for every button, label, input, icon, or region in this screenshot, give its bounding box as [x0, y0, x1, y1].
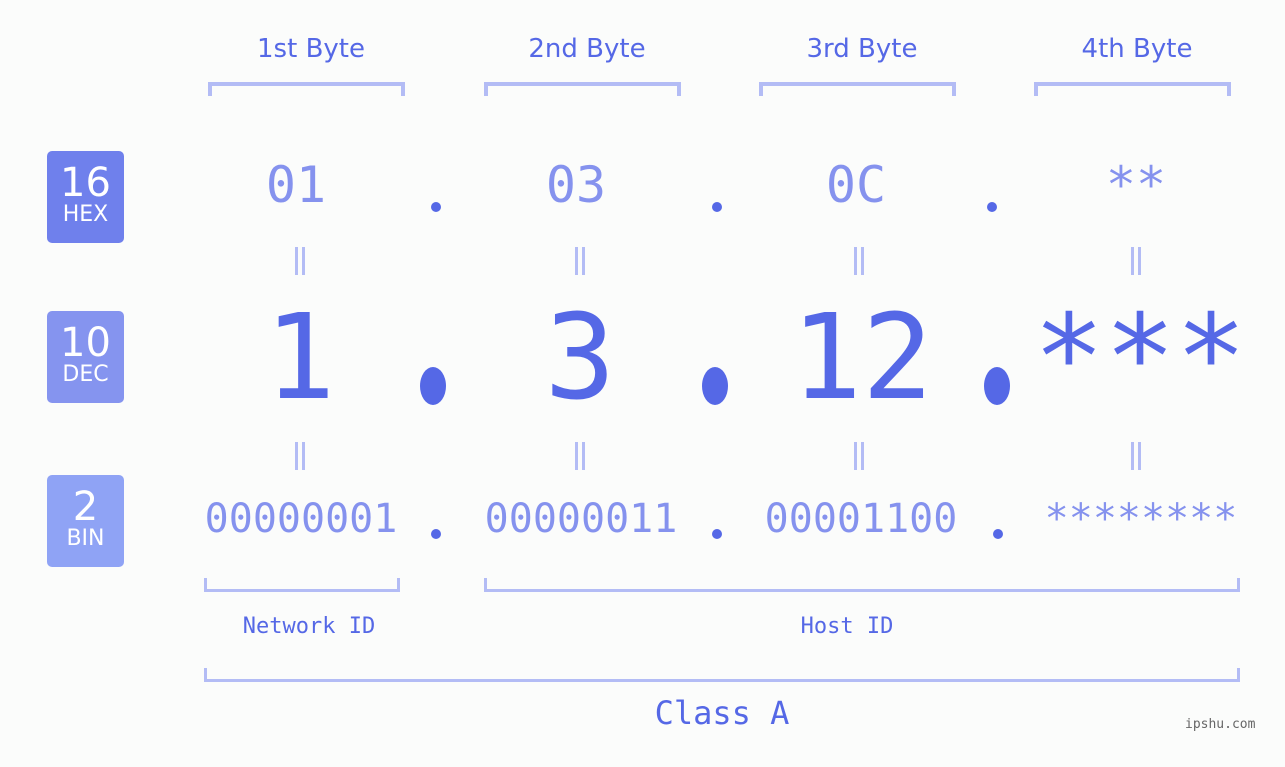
class-bracket [204, 668, 1240, 682]
bin-badge: 2 BIN [47, 475, 124, 567]
equals-sign [1129, 442, 1143, 470]
hex-byte-3: 0C [825, 156, 887, 214]
class-label: Class A [654, 694, 790, 732]
byte-bracket-4 [1034, 82, 1231, 96]
bin-byte-3: 00001100 [764, 496, 958, 542]
dec-base-number: 10 [60, 320, 111, 366]
dec-byte-3: 12 [790, 288, 934, 426]
bin-separator-dot [431, 529, 441, 539]
byte-header-2: 2nd Byte [528, 34, 646, 64]
hex-byte-1: 01 [265, 156, 327, 214]
byte-bracket-2 [484, 82, 681, 96]
hex-separator-dot [712, 202, 722, 212]
bin-byte-1: 00000001 [204, 496, 398, 542]
bin-separator-dot [712, 529, 722, 539]
dec-byte-1: 1 [264, 288, 336, 426]
hex-byte-2: 03 [545, 156, 607, 214]
dec-separator-dot [702, 367, 728, 405]
dec-separator-dot [420, 367, 446, 405]
host-id-label: Host ID [800, 614, 894, 639]
equals-sign [1129, 247, 1143, 275]
network-id-bracket [204, 578, 400, 592]
equals-sign [293, 247, 307, 275]
hex-base-label: HEX [62, 202, 109, 227]
byte-bracket-1 [208, 82, 405, 96]
dec-badge: 10 DEC [47, 311, 124, 403]
byte-bracket-3 [759, 82, 956, 96]
dec-separator-dot [984, 367, 1010, 405]
hex-byte-4: ** [1105, 156, 1167, 214]
equals-sign [852, 442, 866, 470]
bin-byte-4: ******** [1044, 496, 1238, 542]
bin-base-label: BIN [66, 526, 105, 551]
bin-separator-dot [993, 529, 1003, 539]
bin-base-number: 2 [72, 484, 99, 530]
dec-byte-2: 3 [544, 288, 616, 426]
bin-byte-2: 00000011 [484, 496, 678, 542]
equals-sign [293, 442, 307, 470]
watermark: ipshu.com [1185, 717, 1256, 732]
byte-header-1: 1st Byte [257, 34, 365, 64]
dec-byte-4: *** [1033, 288, 1247, 426]
dec-base-label: DEC [62, 362, 109, 387]
equals-sign [573, 247, 587, 275]
byte-header-4: 4th Byte [1081, 34, 1193, 64]
hex-base-number: 16 [60, 160, 111, 206]
host-id-bracket [484, 578, 1240, 592]
equals-sign [573, 442, 587, 470]
hex-separator-dot [987, 202, 997, 212]
byte-header-3: 3rd Byte [806, 34, 918, 64]
network-id-label: Network ID [242, 614, 376, 639]
hex-separator-dot [431, 202, 441, 212]
equals-sign [852, 247, 866, 275]
hex-badge: 16 HEX [47, 151, 124, 243]
